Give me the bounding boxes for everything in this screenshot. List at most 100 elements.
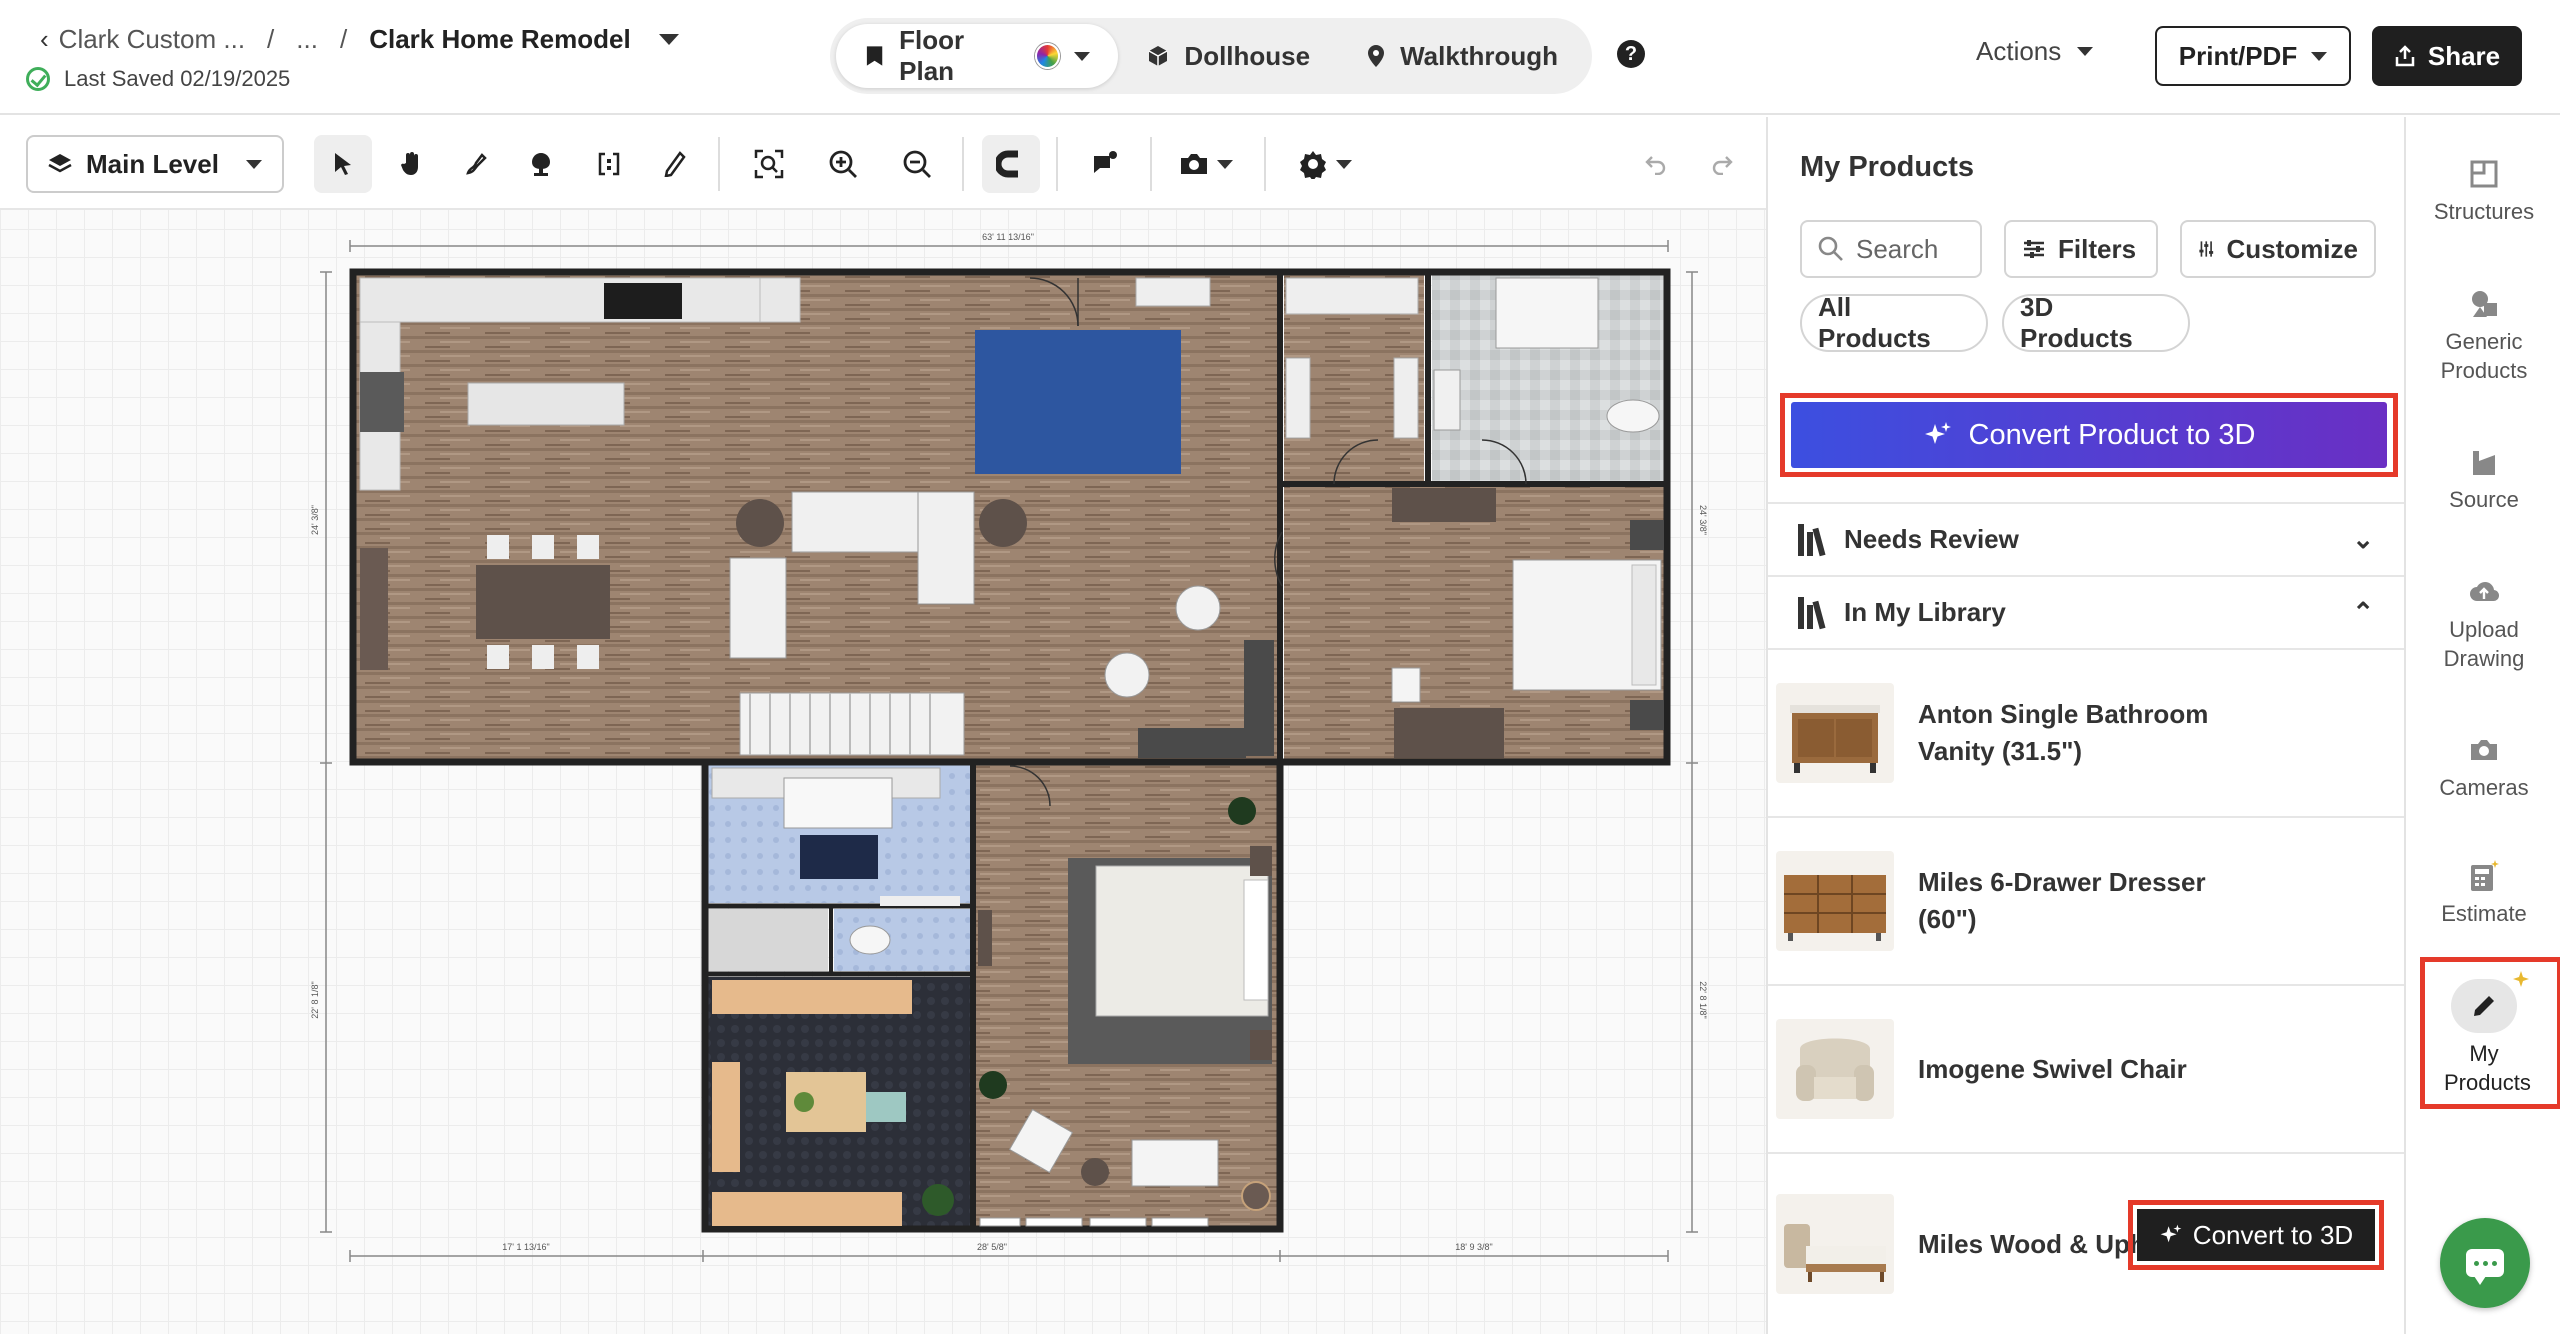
help-icon[interactable]: ? — [1617, 40, 1645, 68]
layers-icon — [48, 154, 72, 173]
dim-bottom-right-label: 18' 9 3/8" — [1455, 1242, 1492, 1252]
sparkle-icon — [1924, 422, 1951, 444]
customize-button[interactable]: Customize — [2180, 220, 2376, 278]
all-products-label: All Products — [1818, 292, 1931, 353]
measure-tool-button[interactable] — [646, 135, 704, 193]
top-bar: ‹ Clark Custom ... / ... / Clark Home Re… — [0, 0, 2560, 115]
list-item[interactable]: Imogene Swivel Chair — [1768, 984, 2404, 1152]
zoom-in-icon — [829, 150, 857, 178]
breadcrumb-separator: / — [339, 24, 348, 54]
floor-plan-drawing[interactable]: 63' 11 13/16" 24' 3/8" 24' 3/8" 22' 8 1/… — [300, 227, 1760, 1287]
list-item[interactable]: Miles 6-Drawer Dresser (60") — [1768, 816, 2404, 984]
chevron-down-icon — [2077, 47, 2094, 56]
all-products-chip[interactable]: All Products — [1800, 292, 1988, 353]
breadcrumb: ‹ Clark Custom ... / ... / Clark Home Re… — [40, 24, 679, 55]
three-d-products-chip[interactable]: 3D Products — [2002, 292, 2190, 353]
tab-walkthrough-label: Walkthrough — [1400, 40, 1558, 71]
convert-product-to-3d-button[interactable]: Convert Product to 3D — [1791, 402, 2387, 468]
generic-products-icon — [2467, 287, 2501, 321]
sidebar-item-label: Estimate — [2441, 901, 2527, 926]
tab-floor-plan[interactable]: Floor Plan — [836, 24, 1119, 88]
annotation-button[interactable] — [1076, 135, 1134, 193]
save-status-text: Last Saved 02/19/2025 — [64, 66, 291, 91]
project-title[interactable]: Clark Home Remodel — [369, 24, 631, 55]
sidebar-item-my-products[interactable]: My Products — [2406, 971, 2560, 1097]
place-object-tool-button[interactable] — [512, 135, 570, 193]
ruler-icon — [664, 151, 686, 177]
toolbar-divider — [718, 137, 720, 191]
three-d-products-label: 3D Products — [2020, 292, 2133, 353]
sidebar-item-label: Source — [2449, 487, 2519, 512]
filters-button[interactable]: Filters — [2004, 220, 2158, 278]
dim-left-lower-label: 22' 8 1/8" — [310, 981, 320, 1018]
in-my-library-section[interactable]: In My Library ⌃ — [1768, 575, 2404, 648]
toolbar-divider — [1150, 137, 1152, 191]
tab-dollhouse[interactable]: Dollhouse — [1118, 24, 1338, 88]
dim-left-upper-label: 24' 3/8" — [310, 505, 320, 535]
sidebar-item-structures[interactable]: Structures — [2406, 157, 2560, 226]
chat-support-button[interactable] — [2440, 1218, 2530, 1308]
dim-right-upper-label: 24' 3/8" — [1698, 505, 1708, 535]
sidebar-item-label: Upload Drawing — [2443, 617, 2525, 671]
list-item[interactable]: Anton Single Bathroom Vanity (31.5") — [1768, 648, 2404, 816]
sidebar-item-cameras[interactable]: Cameras — [2406, 733, 2560, 802]
shower-floor — [708, 909, 828, 971]
level-selector[interactable]: Main Level — [26, 135, 284, 193]
dim-bottom-mid-label: 28' 5/8" — [977, 1242, 1007, 1252]
search-icon — [1818, 236, 1843, 261]
area-rug — [975, 330, 1181, 474]
back-chevron-icon[interactable]: ‹ — [40, 24, 49, 55]
print-pdf-button[interactable]: Print/PDF — [2155, 26, 2351, 86]
floor-plan-canvas[interactable]: Main Level 63' 11 13/16" 24' 3/8" 24' 3/… — [0, 117, 1766, 1334]
toolbar-divider — [1056, 137, 1058, 191]
chevron-down-icon — [1336, 159, 1352, 169]
needs-review-section[interactable]: Needs Review ⌄ — [1768, 502, 2404, 575]
breadcrumb-parent[interactable]: Clark Custom ... — [59, 24, 245, 55]
pan-tool-button[interactable] — [382, 135, 440, 193]
pointer-icon — [335, 153, 351, 175]
product-name: Miles 6-Drawer Dresser (60") — [1918, 867, 2206, 934]
search-input[interactable]: Search — [1800, 220, 1982, 278]
select-tool-button[interactable] — [314, 135, 372, 193]
room-bracket-icon — [598, 152, 620, 176]
chevron-down-icon[interactable] — [1074, 51, 1091, 61]
toolbar-divider — [1264, 137, 1266, 191]
dim-top-label: 63' 11 13/16" — [982, 232, 1034, 242]
draw-wall-tool-button[interactable] — [448, 135, 506, 193]
redo-button[interactable] — [1702, 135, 1742, 193]
fit-screen-icon — [754, 149, 784, 179]
tree-icon — [532, 153, 550, 176]
share-button[interactable]: Share — [2372, 26, 2522, 86]
project-dropdown-icon[interactable] — [658, 34, 679, 45]
breadcrumb-separator: / — [267, 24, 275, 54]
view-switcher: Floor Plan Dollhouse Walkthrough — [830, 18, 1592, 94]
snap-toggle-button[interactable] — [982, 135, 1040, 193]
sidebar-item-upload-drawing[interactable]: Upload Drawing — [2406, 575, 2560, 673]
zoom-in-button[interactable] — [814, 135, 872, 193]
settings-menu-button[interactable] — [1290, 135, 1360, 193]
tab-floor-plan-label: Floor Plan — [899, 25, 965, 86]
sidebar-item-generic-products[interactable]: Generic Products — [2406, 287, 2560, 385]
search-placeholder: Search — [1856, 233, 1939, 264]
fit-screen-button[interactable] — [740, 135, 798, 193]
sparkle-icon — [2513, 971, 2529, 987]
sidebar-item-estimate[interactable]: Estimate — [2406, 859, 2560, 928]
camera-menu-button[interactable] — [1170, 135, 1242, 193]
zoom-out-button[interactable] — [888, 135, 946, 193]
tab-walkthrough[interactable]: Walkthrough — [1338, 24, 1586, 88]
actions-menu[interactable]: Actions — [1976, 36, 2094, 67]
magnet-icon — [996, 150, 1018, 178]
dim-right-lower-label: 22' 8 1/8" — [1698, 981, 1708, 1018]
draw-wall-icon — [466, 153, 487, 175]
sidebar-item-source[interactable]: Source — [2406, 445, 2560, 514]
breadcrumb-ellipsis[interactable]: ... — [296, 24, 318, 55]
color-scheme-icon[interactable] — [1035, 43, 1061, 69]
toolbar-divider — [962, 137, 964, 191]
room-tool-button[interactable] — [580, 135, 638, 193]
gear-icon — [1300, 151, 1326, 179]
camera-icon — [2467, 733, 2501, 767]
undo-button[interactable] — [1636, 135, 1676, 193]
convert-to-3d-button[interactable]: Convert to 3D — [2137, 1209, 2375, 1261]
product-name: Anton Single Bathroom Vanity (31.5") — [1918, 699, 2209, 766]
chevron-down-icon — [2311, 51, 2328, 61]
